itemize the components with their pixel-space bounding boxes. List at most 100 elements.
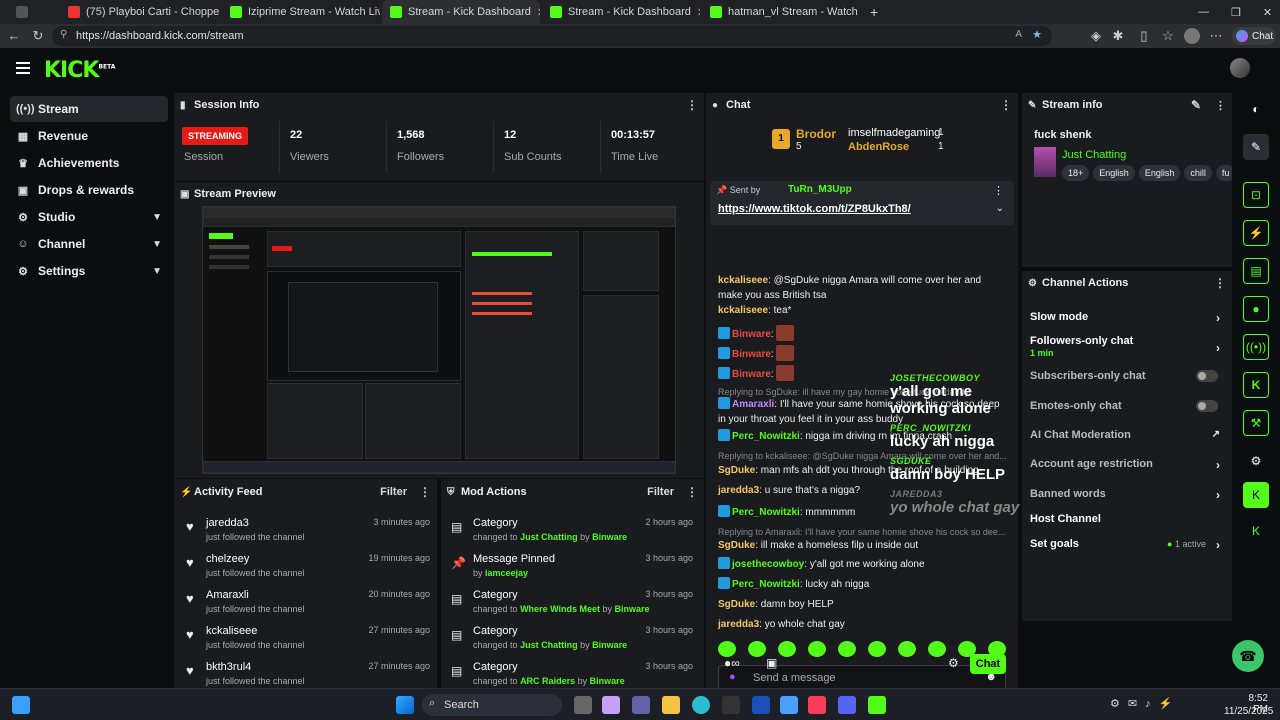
- leader-name[interactable]: imselfmadegaming: [848, 127, 940, 139]
- chat-username[interactable]: jaredda3: [718, 619, 759, 630]
- tab-iziprime[interactable]: Iziprime Stream - Watch Live on✕: [222, 0, 380, 24]
- edit-icon[interactable]: ✎: [1191, 98, 1201, 112]
- emote-icon[interactable]: [928, 641, 946, 657]
- set-goals-row[interactable]: Set goals ● 1 active ›: [1030, 538, 1230, 552]
- maximize-icon[interactable]: ❐: [1231, 6, 1241, 19]
- favorite-star-icon[interactable]: ★: [1032, 28, 1042, 41]
- ai-moderation-row[interactable]: AI Chat Moderation ↗: [1030, 429, 1230, 441]
- clock-date[interactable]: 11/25/2025: [1224, 706, 1273, 717]
- more-menu-icon[interactable]: ⋯: [1208, 28, 1224, 44]
- start-icon[interactable]: [396, 696, 414, 714]
- puzzle-icon[interactable]: ✱: [1110, 28, 1126, 44]
- microphone-icon[interactable]: ●: [729, 671, 736, 683]
- emote-icon[interactable]: [898, 641, 916, 657]
- url-field[interactable]: ⚲ https://dashboard.kick.com/stream A ★: [52, 26, 1052, 46]
- sidebar-item-drops[interactable]: ▣ Drops & rewards: [10, 177, 168, 203]
- account-age-row[interactable]: Account age restriction ›: [1030, 458, 1230, 472]
- kebab-menu-icon[interactable]: ⋮: [993, 184, 1004, 197]
- emote-icon[interactable]: [838, 641, 856, 657]
- split-screen-icon[interactable]: ▯: [1136, 28, 1152, 44]
- folder-icon[interactable]: [662, 696, 680, 714]
- avatar[interactable]: [1230, 58, 1250, 78]
- tag[interactable]: fu: [1215, 165, 1232, 181]
- banned-words-row[interactable]: Banned words ›: [1030, 488, 1230, 502]
- search-box[interactable]: ⌕ Search: [422, 694, 562, 716]
- kick-icon[interactable]: K: [1243, 518, 1269, 544]
- kick-app-icon[interactable]: [868, 696, 886, 714]
- copilot-chat-button[interactable]: Chat: [1232, 27, 1276, 45]
- tag[interactable]: chill: [1184, 165, 1212, 181]
- subscribers-only-toggle[interactable]: [1196, 370, 1218, 382]
- item-name[interactable]: bkth3rul4: [206, 661, 251, 673]
- music-icon[interactable]: [808, 696, 826, 714]
- chat-input[interactable]: ● Send a message ☻: [718, 665, 1006, 688]
- chat-username[interactable]: kckaliseee: [718, 305, 768, 316]
- item-name[interactable]: jaredda3: [206, 517, 249, 529]
- sidebar-item-settings[interactable]: ⚙ Settings ▼: [10, 258, 168, 284]
- close-icon[interactable]: ✕: [697, 6, 700, 19]
- emote-icon[interactable]: [778, 641, 796, 657]
- item-name[interactable]: chelzeey: [206, 553, 249, 565]
- pinned-user[interactable]: TuRn_M3Upp: [788, 184, 852, 195]
- tab-group-icon[interactable]: [8, 0, 58, 24]
- tool-icon[interactable]: ⚒: [1243, 410, 1269, 436]
- kick-points-icon[interactable]: ●∞: [724, 656, 740, 670]
- pinned-link[interactable]: https://www.tiktok.com/t/ZP8UkxTh8/: [718, 203, 911, 215]
- help-button[interactable]: ☎: [1232, 640, 1264, 672]
- chat-username[interactable]: SgDuke: [718, 540, 755, 551]
- back-icon[interactable]: ←: [6, 28, 22, 44]
- chat-username[interactable]: Binware: [732, 369, 771, 380]
- sidebar-item-studio[interactable]: ⚙ Studio ▼: [10, 204, 168, 230]
- chat-username[interactable]: Binware: [732, 349, 771, 360]
- slow-mode-row[interactable]: Slow mode ›: [1030, 311, 1230, 325]
- filter-button[interactable]: Filter: [380, 486, 407, 498]
- tag[interactable]: 18+: [1062, 165, 1090, 181]
- app-icon[interactable]: [722, 696, 740, 714]
- stream-preview-video[interactable]: [202, 206, 676, 474]
- emote-icon[interactable]: [748, 641, 766, 657]
- chat-username[interactable]: Amaraxli: [732, 399, 774, 410]
- broadcast-icon[interactable]: ((•)): [1243, 334, 1269, 360]
- favorites-icon[interactable]: ☆: [1160, 28, 1176, 44]
- chat-username[interactable]: Perc_Nowitzki: [732, 507, 800, 518]
- refresh-icon[interactable]: ↻: [30, 28, 46, 44]
- tab-kick-dashboard-2[interactable]: Stream - Kick Dashboard ✕: [542, 0, 700, 24]
- sidebar-item-stream[interactable]: ((•)) Stream: [10, 96, 168, 122]
- tab-kick-dashboard-1[interactable]: Stream - Kick Dashboard ✕: [382, 0, 540, 24]
- site-info-icon[interactable]: ⚲: [60, 29, 67, 40]
- kick-logo[interactable]: KICKBETA: [44, 58, 115, 83]
- chat-username[interactable]: kckaliseee: [718, 275, 768, 286]
- tray-icons[interactable]: ⚙✉♪⚡: [1110, 697, 1180, 710]
- lightning-icon[interactable]: ⚡: [1243, 220, 1269, 246]
- kebab-menu-icon[interactable]: ⋮: [686, 485, 698, 499]
- edit-icon[interactable]: ✎: [1243, 134, 1269, 160]
- screenshot-icon[interactable]: ⊡: [1243, 182, 1269, 208]
- pinned-message[interactable]: 📌 Sent by TuRn_M3Upp https://www.tiktok.…: [710, 181, 1014, 225]
- chat-username[interactable]: Perc_Nowitzki: [732, 579, 800, 590]
- kebab-menu-icon[interactable]: ⋮: [419, 485, 431, 499]
- followers-only-row[interactable]: Followers-only chat 1 min ›: [1030, 335, 1230, 359]
- extension-icon[interactable]: ◈: [1088, 28, 1104, 44]
- emote-icon[interactable]: [808, 641, 826, 657]
- new-tab-button[interactable]: +: [862, 0, 882, 24]
- copilot-icon[interactable]: [602, 696, 620, 714]
- item-name[interactable]: Amaraxli: [206, 589, 249, 601]
- leader-name[interactable]: AbdenRose: [848, 141, 909, 153]
- l-app-icon[interactable]: [752, 696, 770, 714]
- emote-icon[interactable]: [718, 641, 736, 657]
- document-icon[interactable]: ▤: [1243, 258, 1269, 284]
- widgets-icon[interactable]: [12, 696, 30, 714]
- chat-settings-icon[interactable]: ⚙: [948, 656, 959, 670]
- chevron-down-icon[interactable]: ⌄: [996, 203, 1004, 214]
- emote-icon[interactable]: [868, 641, 886, 657]
- sidebar-item-achievements[interactable]: ♛ Achievements: [10, 150, 168, 176]
- kebab-menu-icon[interactable]: ⋮: [686, 98, 698, 112]
- leader-name[interactable]: Brodor: [796, 127, 836, 141]
- sidebar-item-channel[interactable]: ☺ Channel ▼: [10, 231, 168, 257]
- category-link[interactable]: Just Chatting: [1062, 149, 1126, 161]
- dark-mode-icon[interactable]: ◐: [1243, 96, 1269, 122]
- chat-username[interactable]: SgDuke: [718, 599, 755, 610]
- chat-username[interactable]: jaredda3: [718, 485, 759, 496]
- chat-send-button[interactable]: Chat: [970, 654, 1006, 674]
- gift-icon[interactable]: ▣: [766, 656, 777, 670]
